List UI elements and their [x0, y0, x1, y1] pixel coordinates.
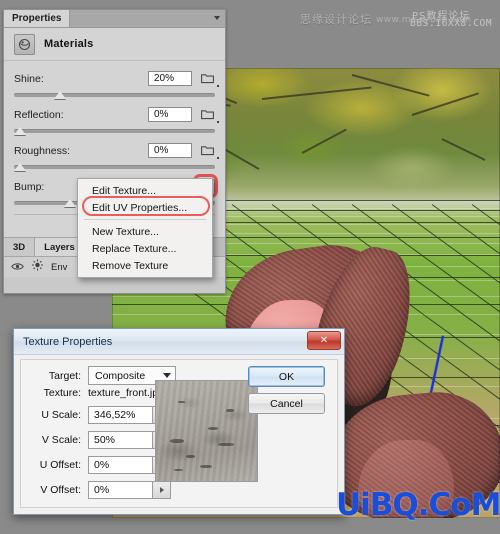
label-reflection: Reflection:: [14, 109, 148, 121]
materials-title: Materials: [44, 38, 94, 50]
ok-button[interactable]: OK: [248, 366, 325, 387]
menu-item-label: New Texture...: [92, 226, 159, 238]
value-shine[interactable]: 20%: [148, 71, 192, 86]
value-reflection[interactable]: 0%: [148, 107, 192, 122]
tab-3d[interactable]: 3D: [4, 238, 35, 256]
dialog-title: Texture Properties: [14, 336, 112, 348]
slider-roughness[interactable]: [14, 162, 215, 174]
v-offset-value[interactable]: 0%: [88, 481, 152, 499]
texture-properties-dialog: Texture Properties ✕ Target: Composite T…: [13, 328, 345, 515]
v-offset-stepper[interactable]: [152, 481, 171, 499]
chevron-down-icon: [214, 16, 220, 20]
label-v-scale: V Scale:: [29, 434, 81, 446]
menu-separator: [84, 219, 206, 220]
material-row-reflection: Reflection: 0%: [14, 105, 215, 138]
eye-icon[interactable]: [11, 258, 24, 276]
watermark-url-text-secondary: BBS.16XX8.COM: [410, 18, 492, 29]
close-icon[interactable]: ✕: [307, 331, 341, 350]
screenshot-root: Properties Materials Shine: 20%: [0, 0, 500, 534]
label-u-offset: U Offset:: [29, 459, 81, 471]
label-target: Target:: [29, 370, 81, 382]
texture-preview-thumbnail: [155, 380, 258, 482]
folder-icon[interactable]: [200, 108, 215, 122]
watermark-cn-text-secondary: PS教程论坛: [412, 7, 470, 22]
u-scale-value[interactable]: 346,52%: [88, 406, 152, 424]
menu-item-edit-uv-properties[interactable]: Edit UV Properties...: [78, 199, 212, 216]
value-roughness[interactable]: 0%: [148, 143, 192, 158]
label-texture: Texture:: [29, 387, 81, 399]
properties-tab-bar: Properties: [4, 10, 225, 28]
label-v-offset: V Offset:: [29, 484, 81, 496]
v-scale-value[interactable]: 50%: [88, 431, 152, 449]
v-offset-field[interactable]: 0%: [88, 481, 171, 499]
texture-context-menu: Edit Texture... Edit UV Properties... Ne…: [77, 178, 213, 278]
folder-icon[interactable]: [200, 144, 215, 158]
sphere-material-icon: [14, 34, 35, 55]
dialog-title-bar[interactable]: Texture Properties ✕: [14, 329, 344, 355]
slider-reflection[interactable]: [14, 126, 215, 138]
folder-icon[interactable]: [200, 72, 215, 86]
layer-name: Env: [51, 262, 67, 273]
watermark-top: 思缘设计论坛 www.missyuan.com PS教程论坛 BBS.16XX8…: [300, 6, 500, 36]
label-roughness: Roughness:: [14, 145, 148, 157]
texture-filename: texture_front.jpg: [88, 387, 164, 399]
menu-item-remove-texture[interactable]: Remove Texture: [78, 257, 212, 274]
chevron-down-icon: [163, 373, 171, 378]
edit-uv-highlight-annotation: [82, 196, 210, 216]
3d-shoe-object-right[interactable]: [328, 386, 500, 518]
menu-item-label: Replace Texture...: [92, 243, 176, 255]
watermark-url-text: www.missyuan.com: [376, 15, 472, 25]
environment-icon: [31, 258, 44, 276]
menu-item-new-texture[interactable]: New Texture...: [78, 223, 212, 240]
menu-item-label: Edit Texture...: [92, 185, 156, 197]
target-value: Composite: [95, 370, 155, 382]
tab-properties[interactable]: Properties: [4, 10, 70, 27]
u-offset-value[interactable]: 0%: [88, 456, 152, 474]
watermark-cn-text: 思缘设计论坛: [300, 11, 372, 27]
material-row-roughness: Roughness: 0%: [14, 141, 215, 174]
cancel-button[interactable]: Cancel: [248, 393, 325, 414]
label-shine: Shine:: [14, 73, 148, 85]
materials-header: Materials: [4, 28, 225, 61]
menu-item-replace-texture[interactable]: Replace Texture...: [78, 240, 212, 257]
label-u-scale: U Scale:: [29, 409, 81, 421]
menu-item-label: Remove Texture: [92, 260, 168, 272]
material-row-shine: Shine: 20%: [14, 69, 215, 102]
slider-shine[interactable]: [14, 90, 215, 102]
panel-menu-strip[interactable]: [70, 10, 225, 27]
